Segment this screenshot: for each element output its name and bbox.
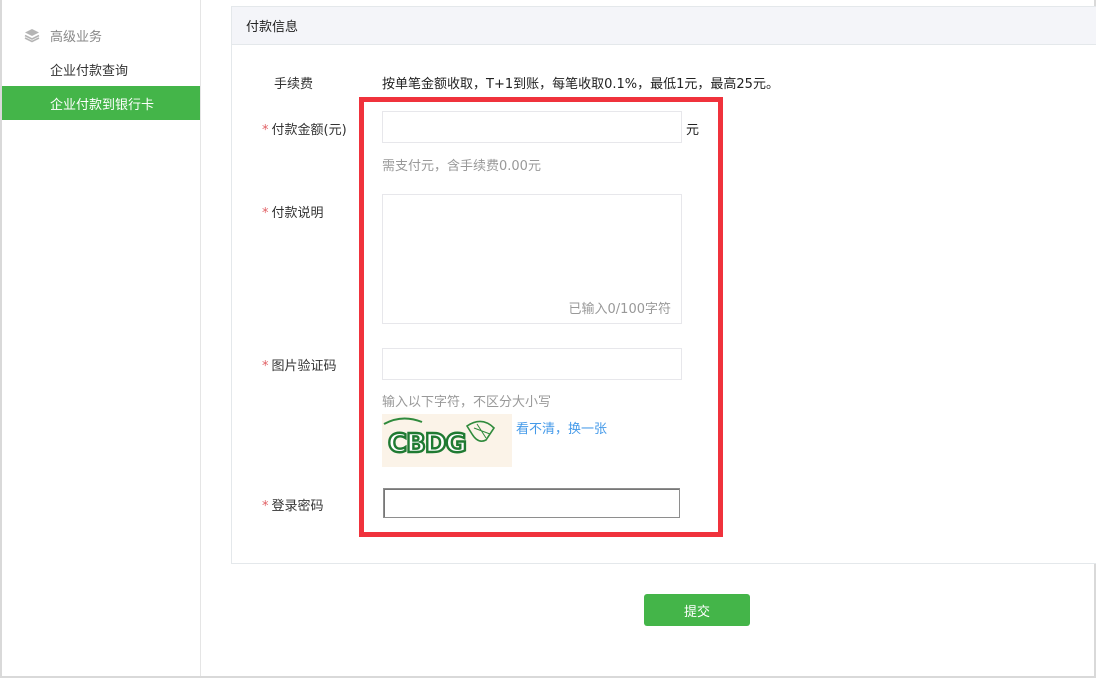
password-label: 登录密码 [271, 499, 324, 514]
description-char-counter: 已输入0/100字符 [568, 302, 671, 317]
fee-label: 手续费 [274, 77, 314, 92]
sidebar-group-advanced: 高级业务 [2, 22, 200, 48]
layers-icon [24, 27, 40, 43]
amount-label-row: * 付款金额(元) [262, 119, 347, 138]
captcha-text: CBDG [388, 429, 466, 459]
description-textarea[interactable]: 已输入0/100字符 [382, 194, 682, 324]
sidebar: 高级业务 企业付款查询 企业付款到银行卡 [2, 0, 201, 676]
captcha-refresh-link[interactable]: 看不清，换一张 [516, 418, 607, 437]
required-mark: * [262, 359, 269, 374]
amount-input[interactable] [382, 111, 682, 143]
sidebar-item-payment-to-bank-card[interactable]: 企业付款到银行卡 [2, 86, 200, 120]
sidebar-group-label: 高级业务 [50, 29, 103, 45]
fee-text: 按单笔金额收取，T+1到账，每笔收取0.1%，最低1元，最高25元。 [382, 77, 779, 92]
captcha-label-row: * 图片验证码 [262, 355, 337, 374]
amount-unit: 元 [686, 123, 700, 138]
password-input[interactable] [383, 488, 680, 518]
captcha-label: 图片验证码 [271, 359, 337, 374]
required-mark: * [262, 123, 269, 138]
captcha-image[interactable]: CBDG [382, 414, 512, 467]
amount-tip: 需支付元，含手续费0.00元 [382, 159, 541, 174]
sidebar-item-payment-query[interactable]: 企业付款查询 [2, 52, 200, 86]
captcha-tip: 输入以下字符，不区分大小写 [382, 395, 552, 410]
password-label-row: * 登录密码 [262, 495, 324, 514]
captcha-input[interactable] [382, 348, 682, 380]
panel-title: 付款信息 [232, 7, 1096, 45]
submit-button[interactable]: 提交 [644, 594, 750, 626]
required-mark: * [262, 499, 269, 514]
description-label-row: * 付款说明 [262, 202, 324, 221]
sidebar-item-label: 企业付款查询 [50, 63, 129, 79]
amount-label: 付款金额(元) [271, 123, 347, 138]
sidebar-item-label: 企业付款到银行卡 [50, 97, 155, 113]
required-mark: * [262, 206, 269, 221]
description-label: 付款说明 [271, 206, 324, 221]
